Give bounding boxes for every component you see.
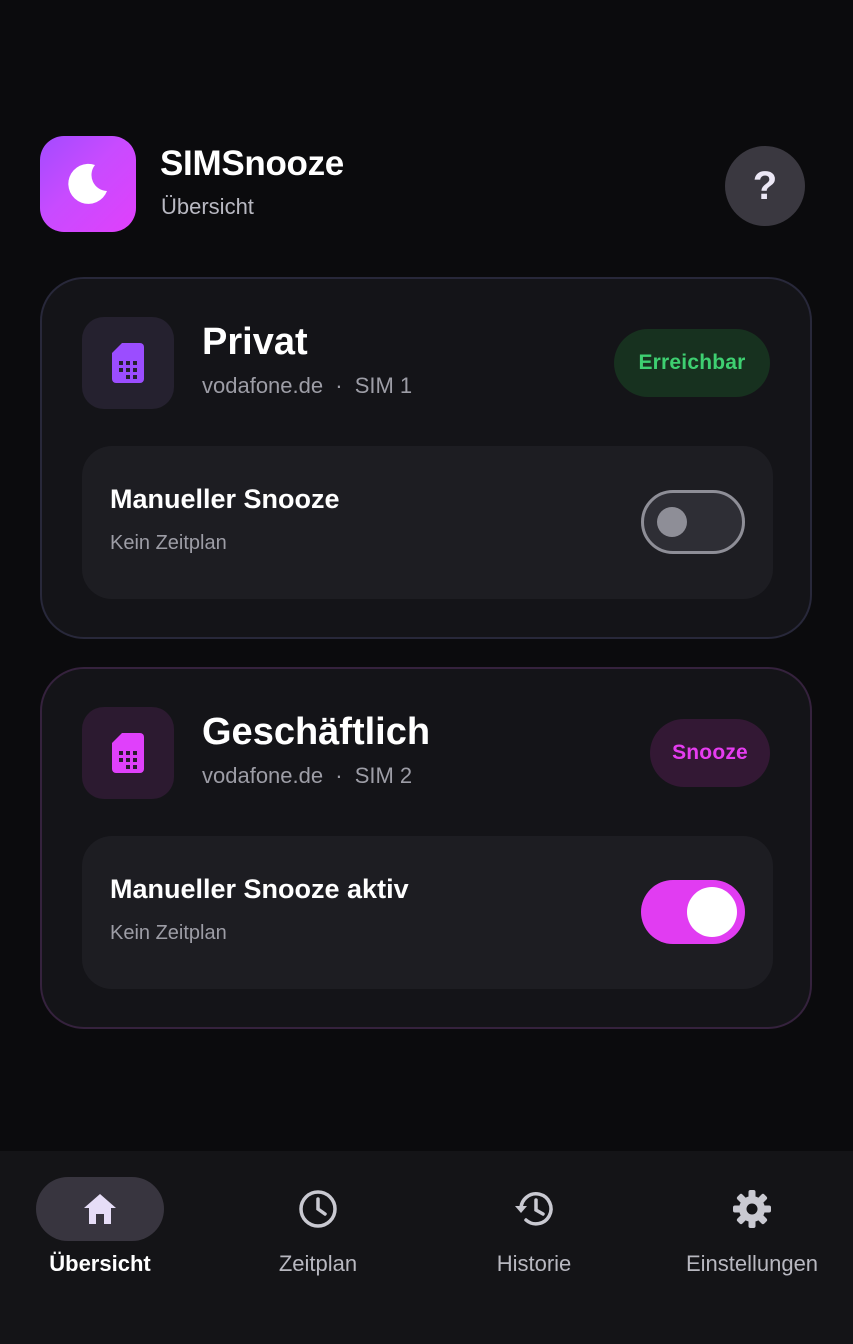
sim-carrier-line: vodafone.de · SIM 2: [202, 763, 412, 789]
manual-snooze-row: Manueller Snooze aktiv Kein Zeitplan: [82, 836, 773, 989]
separator: ·: [335, 373, 343, 398]
sim-carrier: vodafone.de: [202, 763, 324, 788]
status-badge: Snooze: [650, 719, 770, 787]
nav-icon-indicator: [688, 1177, 816, 1241]
snooze-toggle[interactable]: [641, 880, 745, 944]
nav-item-settings[interactable]: Einstellungen: [652, 1177, 852, 1307]
nav-label: Übersicht: [49, 1251, 151, 1276]
sim-card-icon: [112, 343, 144, 383]
snooze-schedule: Kein Zeitplan: [110, 922, 227, 944]
nav-icon-indicator: [470, 1177, 598, 1241]
app-title: SIMSnooze: [160, 144, 344, 183]
toggle-knob: [657, 507, 687, 537]
snooze-title: Manueller Snooze aktiv: [110, 874, 409, 904]
sim-icon-box: [82, 707, 174, 799]
nav-icon-indicator: [254, 1177, 382, 1241]
nav-label: Einstellungen: [685, 1251, 819, 1276]
sim-slot: SIM 1: [354, 373, 413, 398]
status-badge: Erreichbar: [614, 329, 770, 397]
help-button[interactable]: ?: [725, 146, 805, 226]
moon-icon: [68, 163, 107, 204]
sim-slot: SIM 2: [354, 763, 413, 788]
snooze-toggle[interactable]: [641, 490, 745, 554]
sim-card-icon: [112, 733, 144, 773]
nav-item-schedule[interactable]: Zeitplan: [218, 1177, 418, 1307]
sim-carrier-line: vodafone.de · SIM 1: [202, 373, 412, 399]
app-header: SIMSnooze Übersicht ?: [40, 136, 805, 234]
nav-label: Zeitplan: [278, 1251, 358, 1276]
page-subtitle: Übersicht: [161, 194, 254, 219]
app-screen: SIMSnooze Übersicht ? Privat vodafone.de…: [0, 0, 853, 1344]
bottom-navigation: Übersicht Zeitplan Historie Einstellunge…: [0, 1151, 853, 1344]
sim-name: Geschäftlich: [202, 711, 431, 753]
sim-card-business[interactable]: Geschäftlich vodafone.de · SIM 2 Snooze …: [40, 667, 812, 1029]
nav-icon-indicator: [36, 1177, 164, 1241]
home-icon: [84, 1194, 116, 1224]
nav-item-history[interactable]: Historie: [434, 1177, 634, 1307]
sim-icon-box: [82, 317, 174, 409]
gear-icon: [733, 1190, 771, 1228]
toggle-knob: [687, 887, 737, 937]
app-logo: [40, 136, 136, 232]
separator: ·: [335, 763, 343, 788]
sim-carrier: vodafone.de: [202, 373, 324, 398]
nav-label: Historie: [496, 1251, 572, 1276]
snooze-title: Manueller Snooze: [110, 484, 340, 514]
manual-snooze-row: Manueller Snooze Kein Zeitplan: [82, 446, 773, 599]
clock-icon: [299, 1190, 337, 1228]
snooze-schedule: Kein Zeitplan: [110, 532, 227, 554]
help-icon: ?: [752, 163, 778, 208]
nav-item-overview[interactable]: Übersicht: [0, 1177, 200, 1307]
sim-name: Privat: [202, 321, 308, 363]
sim-card-private[interactable]: Privat vodafone.de · SIM 1 Erreichbar Ma…: [40, 277, 812, 639]
history-icon: [515, 1192, 553, 1226]
